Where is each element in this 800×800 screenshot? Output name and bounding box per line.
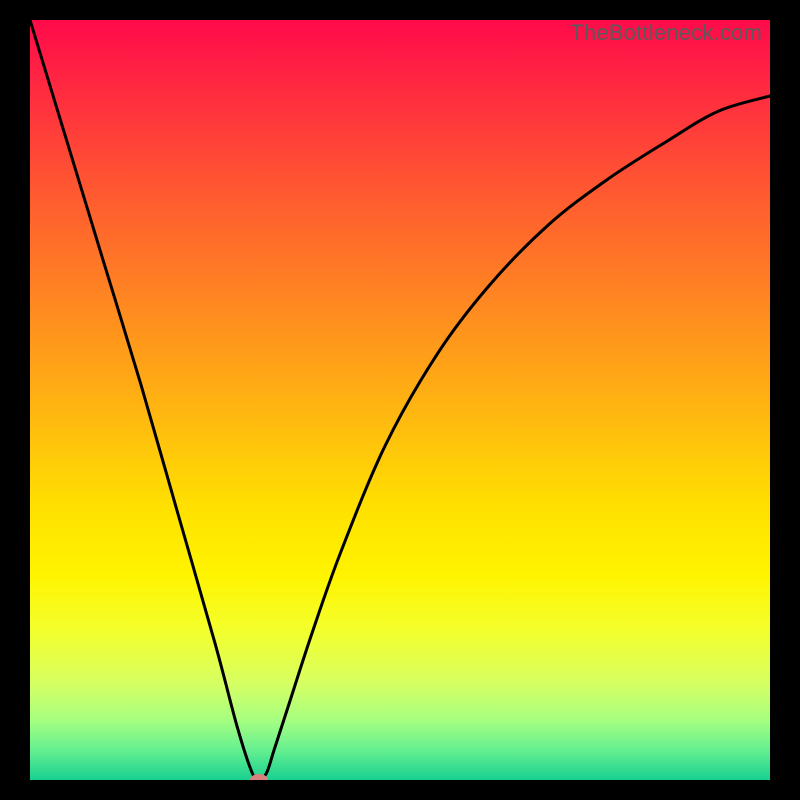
bottleneck-curve [30, 20, 770, 780]
minimum-marker [250, 774, 268, 780]
plot-area: TheBottleneck.com [30, 20, 770, 780]
chart-frame: TheBottleneck.com [0, 0, 800, 800]
curve-svg [30, 20, 770, 780]
